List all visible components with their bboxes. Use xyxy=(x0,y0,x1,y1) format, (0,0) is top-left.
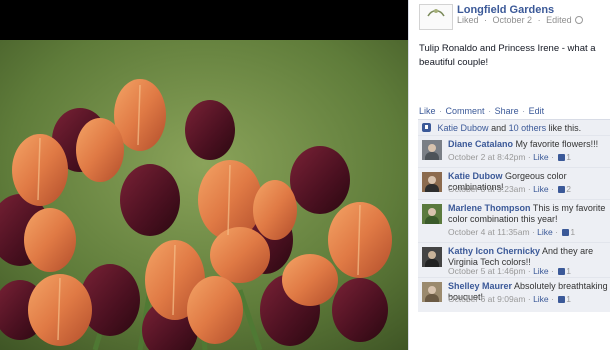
comment-time[interactable]: October 2 at 8:42pm xyxy=(448,152,526,162)
avatar[interactable] xyxy=(422,172,442,192)
likes-summary: Katie Dubow and 10 others like this. xyxy=(418,120,610,136)
thumbs-up-icon xyxy=(422,123,431,132)
comment-text: Kathy Icon Chernicky And they are Virgin… xyxy=(448,246,608,268)
avatar[interactable] xyxy=(422,204,442,224)
post-caption: Tulip Ronaldo and Princess Irene - what … xyxy=(419,43,596,68)
comment-item: Kathy Icon Chernicky And they are Virgin… xyxy=(418,243,610,278)
comment-like-count[interactable]: 2 xyxy=(566,184,571,194)
page-logo[interactable] xyxy=(419,4,453,30)
comment-like-link[interactable]: Like xyxy=(533,294,549,304)
post-meta: Liked · October 2 · Edited xyxy=(457,15,584,25)
comment-time[interactable]: October 6 at 9:09am xyxy=(448,294,526,304)
comment-like-count[interactable]: 1 xyxy=(570,227,575,237)
comment-meta: October 4 at 11:35am · Like · 1 xyxy=(448,227,576,237)
avatar[interactable] xyxy=(422,247,442,267)
feedback-section: Katie Dubow and 10 others like this. Dia… xyxy=(418,119,610,312)
comment-action[interactable]: Comment xyxy=(446,106,485,116)
thumbs-up-icon xyxy=(558,268,566,275)
comment-item: Katie Dubow Gorgeous color combinations!… xyxy=(418,168,610,200)
comment-author[interactable]: Katie Dubow xyxy=(448,171,503,181)
photo-viewer xyxy=(0,0,408,350)
post-actions: Like · Comment · Share · Edit xyxy=(419,106,545,116)
others-link[interactable]: 10 others xyxy=(509,123,547,133)
thumbs-up-icon xyxy=(558,154,566,161)
share-action[interactable]: Share xyxy=(495,106,519,116)
comment-meta: October 6 at 9:09am · Like · 1 xyxy=(448,294,571,304)
liked-status[interactable]: Liked xyxy=(457,15,479,25)
photo-top-bar xyxy=(0,0,408,40)
comment-like-count[interactable]: 1 xyxy=(566,294,571,304)
thumbs-up-icon xyxy=(558,296,566,303)
avatar[interactable] xyxy=(422,282,442,302)
comment-item: Diane Catalano My favorite flowers!!! Oc… xyxy=(418,136,610,168)
globe-icon xyxy=(575,16,584,24)
like-action[interactable]: Like xyxy=(419,106,436,116)
post-header: Longfield Gardens Liked · October 2 · Ed… xyxy=(419,4,609,34)
liker-name[interactable]: Katie Dubow xyxy=(438,123,489,133)
longfield-logo-icon xyxy=(427,9,445,17)
comment-text: Diane Catalano My favorite flowers!!! xyxy=(448,139,608,150)
comment-like-link[interactable]: Like xyxy=(537,227,553,237)
avatar[interactable] xyxy=(422,140,442,160)
comment-like-count[interactable]: 1 xyxy=(566,152,571,162)
comment-time[interactable]: October 4 at 11:35am xyxy=(448,227,530,237)
comment-item: Marlene Thompson This is my favorite col… xyxy=(418,200,610,243)
comment-like-link[interactable]: Like xyxy=(533,184,549,194)
edit-action[interactable]: Edit xyxy=(529,106,545,116)
tulip-bouquet-photo[interactable] xyxy=(0,40,408,350)
comment-item: Shelley Maurer Absolutely breathtaking b… xyxy=(418,278,610,312)
comment-author[interactable]: Kathy Icon Chernicky xyxy=(448,246,540,256)
comment-like-count[interactable]: 1 xyxy=(566,266,571,276)
comment-meta: October 5 at 1:46pm · Like · 1 xyxy=(448,266,571,276)
comment-body: My favorite flowers!!! xyxy=(515,139,599,149)
thumbs-up-icon xyxy=(562,229,570,236)
comment-like-link[interactable]: Like xyxy=(533,152,549,162)
edited-label[interactable]: Edited xyxy=(546,15,572,25)
comment-meta: October 2 at 8:42pm · Like · 1 xyxy=(448,152,571,162)
comment-time[interactable]: October 3 at 9:23am xyxy=(448,184,526,194)
post-date[interactable]: October 2 xyxy=(493,15,533,25)
comment-time[interactable]: October 5 at 1:46pm xyxy=(448,266,526,276)
comment-meta: October 3 at 9:23am · Like · 2 xyxy=(448,184,571,194)
comment-text: Marlene Thompson This is my favorite col… xyxy=(448,203,608,225)
comment-author[interactable]: Diane Catalano xyxy=(448,139,513,149)
comment-author[interactable]: Marlene Thompson xyxy=(448,203,531,213)
comment-like-link[interactable]: Like xyxy=(533,266,549,276)
comment-author[interactable]: Shelley Maurer xyxy=(448,281,512,291)
thumbs-up-icon xyxy=(558,186,566,193)
